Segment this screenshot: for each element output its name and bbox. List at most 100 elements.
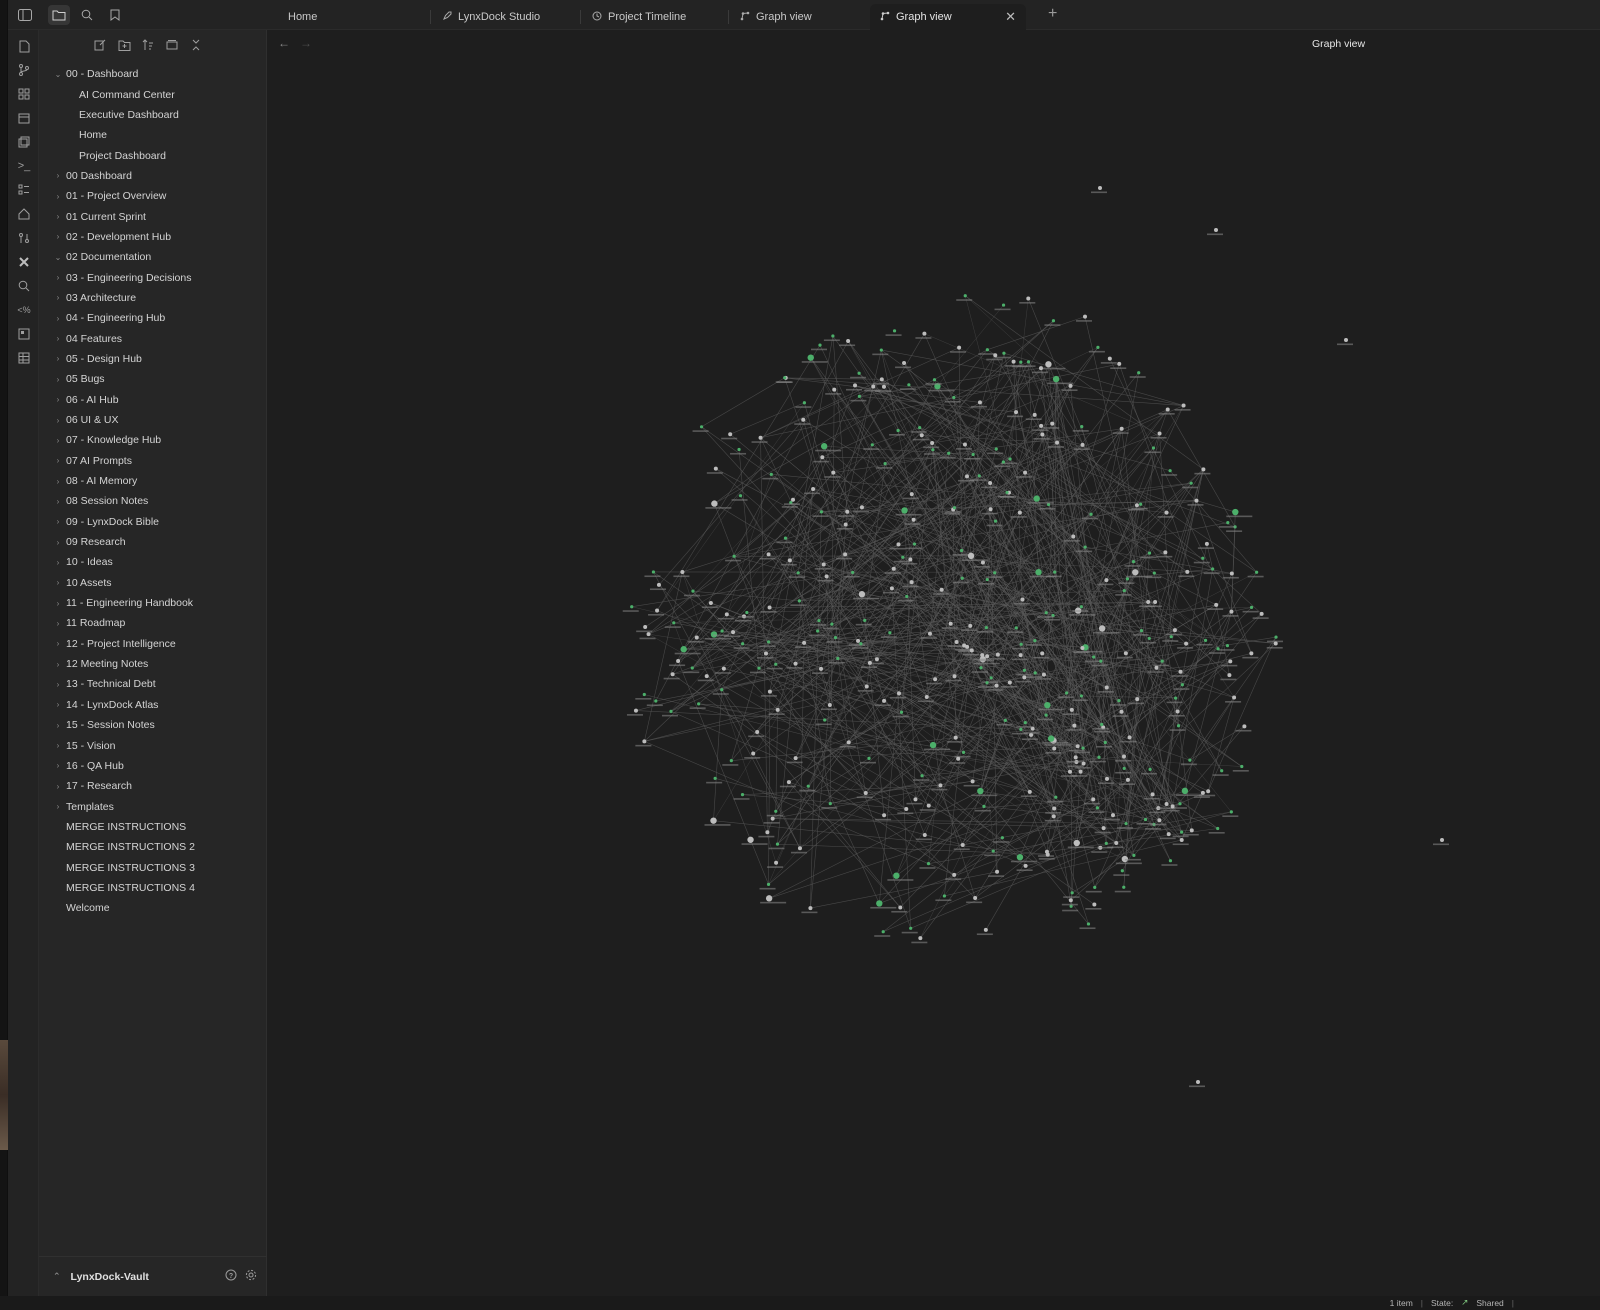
graph-node-note[interactable] [670, 672, 675, 677]
home-icon[interactable] [14, 204, 34, 224]
graph-node-tag[interactable] [888, 631, 892, 635]
tab-project-timeline[interactable]: Project Timeline [582, 4, 728, 30]
graph-node-tag[interactable] [942, 894, 946, 898]
graph-node-tag[interactable] [817, 618, 821, 623]
graph-node-tag[interactable] [1216, 647, 1220, 651]
graph-node-note[interactable] [918, 936, 923, 941]
graph-node-note[interactable] [904, 806, 909, 811]
tree-folder[interactable]: › 15 - Vision [39, 735, 267, 755]
graph-node-tag[interactable] [766, 640, 771, 644]
graph-node-note[interactable] [994, 683, 999, 688]
list-icon[interactable] [14, 180, 34, 200]
graph-node-note[interactable] [1092, 902, 1097, 907]
graph-node-tag[interactable] [985, 348, 989, 352]
tree-folder[interactable]: › 07 AI Prompts [39, 451, 267, 471]
graph-node-tag[interactable] [819, 510, 824, 514]
tree-file[interactable]: ›MERGE INSTRUCTIONS 3 [39, 857, 267, 877]
graph-node-tag[interactable] [1086, 922, 1091, 926]
graph-node-tag[interactable] [1232, 508, 1239, 516]
graph-node-tag[interactable] [859, 642, 863, 646]
graph-node-note[interactable] [1175, 709, 1180, 714]
collapse-all-icon[interactable] [187, 36, 205, 54]
graph-node-note[interactable] [680, 569, 685, 574]
graph-node-note[interactable] [965, 474, 970, 479]
graph-node-tag[interactable] [851, 570, 855, 575]
graph-node-tag[interactable] [1103, 740, 1107, 745]
graph-node-tag[interactable] [1001, 303, 1006, 307]
graph-node-note[interactable] [724, 612, 729, 617]
graph-node-note[interactable] [1201, 467, 1206, 472]
graph-node-note[interactable] [642, 739, 647, 744]
graph-node-note[interactable] [728, 432, 733, 437]
graph-node-tag[interactable] [757, 666, 761, 670]
graph-node-tag[interactable] [993, 571, 997, 575]
graph-node-note[interactable] [1041, 672, 1046, 677]
graph-node-tag[interactable] [929, 741, 937, 749]
graph-node-note[interactable] [1200, 790, 1205, 795]
graph-node-note[interactable] [1068, 383, 1073, 388]
graph-node-note[interactable] [1229, 609, 1234, 614]
graph-node-note[interactable] [766, 552, 771, 557]
graph-node-note[interactable] [874, 657, 879, 662]
graph-node-note[interactable] [1249, 651, 1254, 656]
graph-node-note[interactable] [1273, 641, 1278, 646]
graph-node-note[interactable] [1123, 651, 1128, 656]
graph-node-note[interactable] [970, 779, 975, 784]
graph-node-note[interactable] [676, 658, 681, 663]
graph-node-note[interactable] [1014, 410, 1019, 415]
graph-node-note[interactable] [791, 497, 796, 502]
graph-node-note[interactable] [708, 600, 713, 605]
tree-folder[interactable]: › 05 - Design Hub [39, 349, 267, 369]
graph-node-note[interactable] [1228, 659, 1233, 664]
graph-node-tag[interactable] [710, 631, 718, 638]
graph-node-note[interactable] [858, 591, 866, 598]
graph-node-note[interactable] [1051, 814, 1056, 819]
graph-node-note[interactable] [1107, 356, 1112, 361]
graph-node-note[interactable] [1075, 744, 1080, 749]
tree-file[interactable]: ›MERGE INSTRUCTIONS 2 [39, 837, 267, 857]
graph-node-tag[interactable] [991, 849, 995, 853]
graph-node-tag[interactable] [1168, 859, 1173, 863]
graph-node-note[interactable] [846, 740, 851, 745]
graph-node-note[interactable] [939, 587, 944, 592]
graph-node-tag[interactable] [691, 589, 695, 593]
graph-node-tag[interactable] [1125, 577, 1130, 581]
graph-node-tag[interactable] [732, 554, 736, 558]
graph-node-tag[interactable] [672, 621, 676, 625]
tree-folder[interactable]: › 16 - QA Hub [39, 756, 267, 776]
graph-node-tag[interactable] [1053, 570, 1057, 574]
graph-node-tag[interactable] [896, 428, 900, 433]
graph-node-note[interactable] [985, 654, 990, 659]
graph-node-note[interactable] [988, 507, 993, 512]
graph-node-tag[interactable] [899, 710, 904, 714]
graph-node-tag[interactable] [1229, 810, 1233, 814]
graph-node-tag[interactable] [984, 626, 988, 630]
tree-folder[interactable]: › 12 - Project Intelligence [39, 634, 267, 654]
graph-node-note[interactable] [787, 558, 792, 563]
graph-node-tag[interactable] [699, 425, 704, 429]
graph-node-tag[interactable] [931, 448, 935, 452]
tree-folder[interactable]: ⌄ 00 - Dashboard [39, 64, 267, 84]
tree-folder[interactable]: › 09 Research [39, 532, 267, 552]
graph-node-note[interactable] [704, 674, 709, 679]
graph-node-tag[interactable] [830, 622, 834, 626]
graph-node-note[interactable] [1204, 541, 1209, 546]
folder-icon[interactable] [48, 5, 70, 25]
graph-node-note[interactable] [824, 574, 829, 579]
graph-node-note[interactable] [1172, 628, 1177, 633]
graph-node-tag[interactable] [1131, 560, 1136, 564]
tree-folder[interactable]: › 12 Meeting Notes [39, 654, 267, 674]
tree-folder[interactable]: › 00 Dashboard [39, 166, 267, 186]
graph-node-tag[interactable] [989, 676, 993, 680]
tree-folder[interactable]: › 10 - Ideas [39, 552, 267, 572]
graph-node-note[interactable] [1181, 403, 1186, 408]
graph-node-note[interactable] [995, 652, 1000, 657]
graph-node-note[interactable] [811, 486, 816, 491]
auto-reveal-icon[interactable] [163, 36, 181, 54]
graph-node-note[interactable] [710, 817, 717, 824]
graph-node-note[interactable] [980, 653, 985, 658]
graph-node-tag[interactable] [960, 576, 964, 580]
graph-node-note[interactable] [1185, 569, 1190, 574]
tree-folder[interactable]: › 14 - LynxDock Atlas [39, 695, 267, 715]
graph-node-tag[interactable] [1089, 512, 1093, 516]
